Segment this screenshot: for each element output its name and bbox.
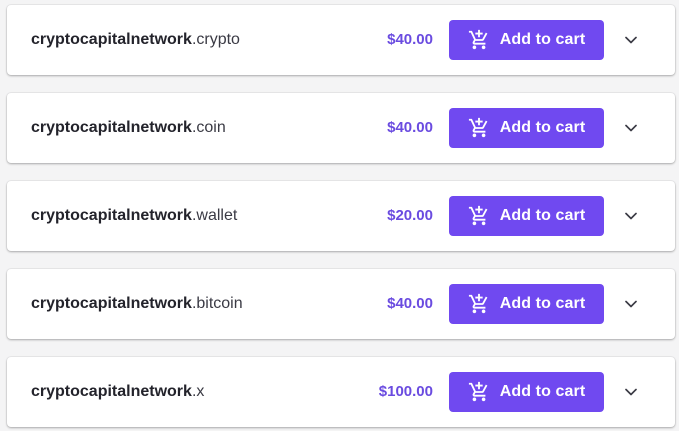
- add-to-cart-button[interactable]: Add to cart: [449, 284, 604, 324]
- add-to-cart-label: Add to cart: [499, 119, 586, 136]
- domain-price: $40.00: [387, 295, 433, 312]
- domain-price: $20.00: [387, 207, 433, 224]
- domain-extension: .x: [191, 383, 205, 400]
- expand-row-button[interactable]: [621, 382, 641, 402]
- expand-row-button[interactable]: [621, 206, 641, 226]
- domain-extension: .wallet: [191, 207, 238, 224]
- domain-result-row: cryptocapitalnetwork.crypto $40.00 Add t…: [7, 5, 675, 75]
- domain-name: cryptocapitalnetwork.x: [31, 357, 204, 427]
- domain-extension: .coin: [191, 119, 226, 136]
- add-to-cart-label: Add to cart: [499, 207, 586, 224]
- domain-result-row: cryptocapitalnetwork.coin $40.00 Add to …: [7, 93, 675, 163]
- add-to-cart-label: Add to cart: [499, 383, 586, 400]
- add-shopping-cart-icon: [468, 381, 488, 402]
- add-shopping-cart-icon: [468, 29, 488, 50]
- domain-result-row: cryptocapitalnetwork.x $100.00 Add to ca…: [7, 357, 675, 427]
- chevron-down-icon: [625, 36, 637, 44]
- domain-label: cryptocapitalnetwork: [31, 295, 192, 312]
- domain-extension: .bitcoin: [191, 295, 243, 312]
- domain-price: $100.00: [378, 383, 433, 400]
- domain-extension: .crypto: [191, 31, 240, 48]
- add-to-cart-button[interactable]: Add to cart: [449, 372, 604, 412]
- add-to-cart-button[interactable]: Add to cart: [449, 196, 604, 236]
- chevron-down-icon: [625, 388, 637, 396]
- add-shopping-cart-icon: [468, 117, 488, 138]
- domain-label: cryptocapitalnetwork: [31, 207, 192, 224]
- chevron-down-icon: [625, 212, 637, 220]
- domain-name: cryptocapitalnetwork.coin: [31, 93, 226, 163]
- domain-label: cryptocapitalnetwork: [31, 31, 192, 48]
- chevron-down-icon: [625, 124, 637, 132]
- domain-price: $40.00: [387, 31, 433, 48]
- add-to-cart-button[interactable]: Add to cart: [449, 108, 604, 148]
- expand-row-button[interactable]: [621, 294, 641, 314]
- domain-label: cryptocapitalnetwork: [31, 383, 192, 400]
- domain-name: cryptocapitalnetwork.wallet: [31, 181, 237, 251]
- expand-row-button[interactable]: [621, 118, 641, 138]
- add-to-cart-button[interactable]: Add to cart: [449, 20, 604, 60]
- domain-label: cryptocapitalnetwork: [31, 119, 192, 136]
- domain-name: cryptocapitalnetwork.crypto: [31, 5, 240, 75]
- add-shopping-cart-icon: [468, 293, 488, 314]
- add-shopping-cart-icon: [468, 205, 488, 226]
- add-to-cart-label: Add to cart: [499, 31, 586, 48]
- domain-result-row: cryptocapitalnetwork.wallet $20.00 Add t…: [7, 181, 675, 251]
- expand-row-button[interactable]: [621, 30, 641, 50]
- domain-price: $40.00: [387, 119, 433, 136]
- add-to-cart-label: Add to cart: [499, 295, 586, 312]
- domain-result-row: cryptocapitalnetwork.bitcoin $40.00 Add …: [7, 269, 675, 339]
- domain-name: cryptocapitalnetwork.bitcoin: [31, 269, 243, 339]
- chevron-down-icon: [625, 300, 637, 308]
